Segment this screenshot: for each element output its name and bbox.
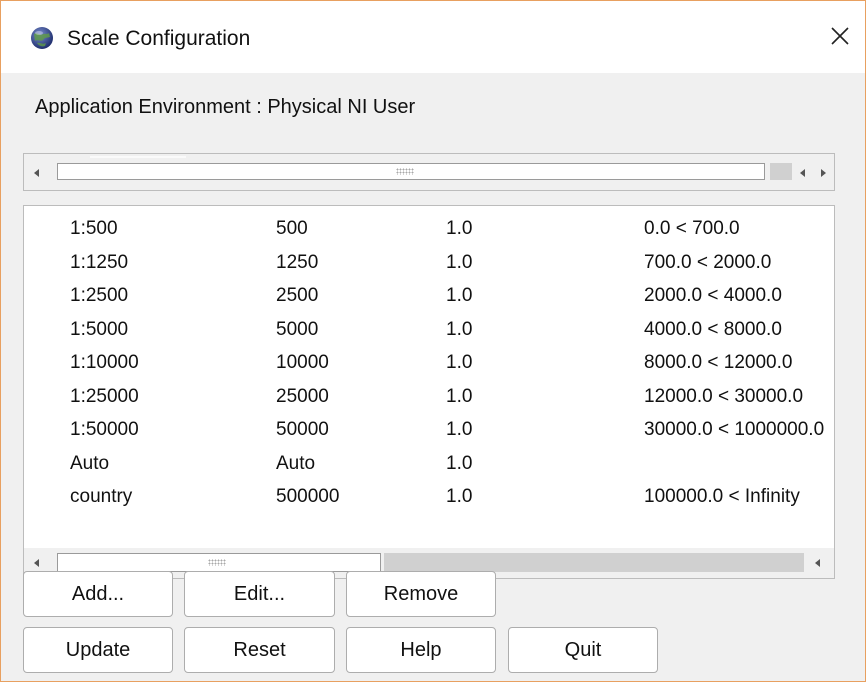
top-scrollbar-thumb[interactable]: [57, 163, 765, 180]
reset-button[interactable]: Reset: [184, 627, 335, 673]
scroll-left-arrow-icon[interactable]: [34, 169, 39, 177]
scale-name-cell: country: [70, 486, 133, 507]
scale-factor-cell: 1.0: [446, 352, 473, 373]
scale-name-cell: 1:10000: [70, 352, 139, 373]
scale-range-cell: 2000.0 < 4000.0: [644, 285, 782, 306]
scale-value-cell: 500: [276, 218, 308, 239]
table-row[interactable]: country 500000 1.0 100000.0 < Infinity: [24, 480, 834, 514]
scale-name-cell: 1:500: [70, 218, 118, 239]
scale-value-cell: 5000: [276, 318, 319, 340]
scale-rows: 1:500 500 1.0 0.0 < 700.0 1:1250 1250 1.…: [24, 212, 834, 514]
scale-factor-cell: 1.0: [446, 285, 473, 306]
close-icon: [829, 25, 851, 52]
scrollbar-grip-icon: [396, 168, 414, 175]
table-row[interactable]: Auto Auto 1.0: [24, 447, 834, 481]
scale-range-cell: 4000.0 < 8000.0: [644, 318, 782, 340]
list-scrollbar-track[interactable]: [384, 553, 804, 572]
scale-range-cell: 12000.0 < 30000.0: [644, 385, 804, 407]
scale-name-cell: 1:2500: [70, 285, 129, 306]
scale-range-cell: 700.0 < 2000.0: [644, 251, 772, 273]
scale-name-cell: Auto: [70, 452, 110, 474]
remove-button[interactable]: Remove: [346, 571, 496, 617]
scale-value-cell: 10000: [276, 352, 329, 373]
table-row[interactable]: 1:500 500 1.0 0.0 < 700.0: [24, 212, 834, 246]
title-bar: Scale Configuration: [1, 1, 865, 73]
scale-name-cell: 1:25000: [70, 385, 139, 407]
application-environment-label: Application Environment : Physical NI Us…: [35, 96, 416, 118]
scale-value-cell: Auto: [276, 452, 316, 474]
scale-factor-cell: 1.0: [446, 419, 473, 440]
close-button[interactable]: [823, 21, 857, 55]
top-scroll-panel: [23, 153, 835, 191]
table-row[interactable]: 1:50000 50000 1.0 30000.0 < 1000000.0: [24, 413, 834, 447]
scale-range-cell: 100000.0 < Infinity: [644, 486, 800, 507]
scale-value-cell: 500000: [276, 486, 340, 507]
scale-factor-cell: 1.0: [446, 486, 473, 507]
panel-divider: [90, 156, 186, 158]
scale-range-cell: 0.0 < 700.0: [644, 218, 740, 239]
update-button[interactable]: Update: [23, 627, 173, 673]
scale-factor-cell: 1.0: [446, 218, 473, 239]
table-row[interactable]: 1:10000 10000 1.0 8000.0 < 12000.0: [24, 346, 834, 380]
table-row[interactable]: 1:1250 1250 1.0 700.0 < 2000.0: [24, 246, 834, 280]
scale-name-cell: 1:1250: [70, 251, 129, 273]
scale-list[interactable]: 1:500 500 1.0 0.0 < 700.0 1:1250 1250 1.…: [23, 205, 835, 579]
scroll-left-small-arrow-icon[interactable]: [815, 559, 820, 567]
scale-range-cell: 30000.0 < 1000000.0: [644, 419, 825, 440]
scale-value-cell: 2500: [276, 285, 319, 306]
scale-value-cell: 50000: [276, 419, 329, 440]
scrollbar-grip-icon: [208, 559, 226, 566]
scroll-left-small-arrow-icon[interactable]: [800, 169, 805, 177]
help-button[interactable]: Help: [346, 627, 496, 673]
add-button[interactable]: Add...: [23, 571, 173, 617]
quit-button[interactable]: Quit: [508, 627, 658, 673]
scale-value-cell: 25000: [276, 385, 329, 407]
edit-button[interactable]: Edit...: [184, 571, 335, 617]
scale-configuration-window: Scale Configuration Application Environm…: [0, 0, 866, 682]
scale-value-cell: 1250: [276, 251, 319, 273]
scale-factor-cell: 1.0: [446, 251, 473, 273]
scroll-right-arrow-icon[interactable]: [821, 169, 826, 177]
scale-range-cell: 8000.0 < 12000.0: [644, 352, 793, 373]
list-scrollbar-thumb[interactable]: [57, 553, 381, 572]
scale-factor-cell: 1.0: [446, 385, 473, 407]
scale-factor-cell: 1.0: [446, 452, 473, 474]
scroll-left-arrow-icon[interactable]: [34, 559, 39, 567]
table-row[interactable]: 1:5000 5000 1.0 4000.0 < 8000.0: [24, 313, 834, 347]
window-title: Scale Configuration: [67, 27, 251, 50]
table-row[interactable]: 1:25000 25000 1.0 12000.0 < 30000.0: [24, 380, 834, 414]
scale-name-cell: 1:5000: [70, 318, 129, 340]
scale-factor-cell: 1.0: [446, 318, 473, 340]
top-scrollbar-track[interactable]: [770, 163, 792, 180]
globe-icon: [29, 25, 55, 51]
scale-name-cell: 1:50000: [70, 419, 139, 440]
table-row[interactable]: 1:2500 2500 1.0 2000.0 < 4000.0: [24, 279, 834, 313]
